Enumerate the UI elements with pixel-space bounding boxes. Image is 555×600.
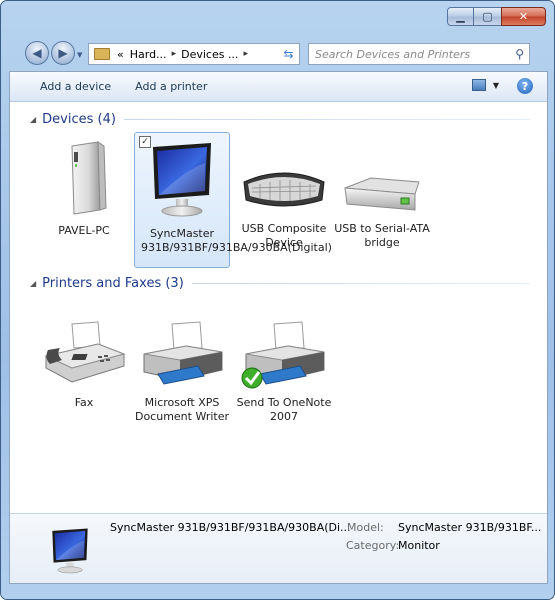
computer-tower-icon bbox=[71, 141, 107, 215]
breadcrumb-separator-icon[interactable]: ▸ bbox=[170, 49, 179, 59]
close-icon: ✕ bbox=[518, 10, 529, 23]
group-divider bbox=[123, 119, 530, 120]
minimize-icon: ▁ bbox=[456, 10, 465, 23]
monitor-icon bbox=[153, 143, 211, 217]
device-label: SyncMaster 931B/931BF/931BA/930BA(Digita… bbox=[141, 227, 332, 254]
command-bar: Add a device Add a printer ▼ ? bbox=[10, 72, 547, 102]
back-button[interactable]: ◀ bbox=[25, 41, 49, 65]
selection-checkbox[interactable]: ✓ bbox=[139, 136, 151, 148]
device-item-syncmaster[interactable]: ✓ SyncMaster 931B/931BF/931BA/930BA(Digi… bbox=[134, 132, 332, 268]
details-model-key: Model: bbox=[347, 521, 384, 534]
devices-group-title: Devices (4) bbox=[42, 112, 116, 127]
add-printer-button[interactable]: Add a printer bbox=[123, 80, 219, 93]
breadcrumb-separator-icon[interactable]: ▸ bbox=[241, 49, 250, 59]
keyboard-icon bbox=[243, 172, 325, 207]
device-item-usb-composite[interactable]: USB Composite Device bbox=[236, 158, 332, 250]
printer-label: Fax bbox=[74, 396, 94, 409]
hard-drive-icon bbox=[344, 177, 420, 211]
search-placeholder: Search Devices and Printers bbox=[315, 47, 471, 61]
printer-label: Send To OneNote 2007 bbox=[236, 396, 332, 423]
printer-item-onenote[interactable]: Send To OneNote 2007 bbox=[236, 314, 332, 424]
devices-group-header[interactable]: ◢ Devices (4) bbox=[30, 112, 530, 127]
recent-pages-chevron-icon[interactable]: ▼ bbox=[77, 51, 82, 59]
device-label: USB to Serial-ATA bridge bbox=[334, 222, 430, 249]
details-category-value: Monitor bbox=[398, 539, 440, 552]
content-pane: Add a device Add a printer ▼ ? ◢ Devices… bbox=[9, 71, 548, 584]
device-label: USB Composite Device bbox=[241, 222, 327, 249]
device-item-pavel-pc[interactable]: PAVEL-PC bbox=[36, 134, 132, 238]
printer-icon bbox=[143, 321, 223, 385]
minimize-button[interactable]: ▁ bbox=[447, 7, 474, 26]
address-bar[interactable]: « Hard... ▸ Devices ... ▸ ▼ bbox=[88, 43, 300, 65]
close-button[interactable]: ✕ bbox=[501, 7, 546, 26]
refresh-button[interactable]: ⇆ bbox=[278, 43, 300, 65]
monitor-icon bbox=[52, 528, 88, 574]
details-model-value: SyncMaster 931B/931BF... bbox=[398, 521, 542, 534]
collapse-triangle-icon[interactable]: ◢ bbox=[30, 115, 36, 124]
devices-folder-icon bbox=[94, 48, 110, 60]
back-arrow-icon: ◀ bbox=[32, 46, 42, 60]
printer-label: Microsoft XPS Document Writer bbox=[134, 396, 230, 423]
breadcrumb-hardware[interactable]: Hard... bbox=[127, 48, 170, 61]
collapse-triangle-icon[interactable]: ◢ bbox=[30, 279, 36, 288]
search-icon[interactable]: ⚲ bbox=[515, 47, 524, 61]
maximize-button[interactable]: ▢ bbox=[474, 7, 501, 26]
view-icon bbox=[471, 79, 486, 91]
change-view-button[interactable]: ▼ bbox=[471, 79, 499, 91]
view-dropdown-icon: ▼ bbox=[492, 80, 499, 90]
printer-item-fax[interactable]: Fax bbox=[36, 314, 132, 410]
device-label: PAVEL-PC bbox=[58, 224, 110, 237]
forward-button[interactable]: ▶ bbox=[51, 41, 75, 65]
breadcrumb-devices[interactable]: Devices ... bbox=[178, 48, 241, 61]
fax-icon bbox=[44, 321, 126, 383]
details-device-name: SyncMaster 931B/931BF/931BA/930BA(Di... bbox=[110, 521, 351, 534]
add-device-button[interactable]: Add a device bbox=[10, 80, 123, 93]
details-pane: SyncMaster 931B/931BF/931BA/930BA(Di... … bbox=[10, 513, 547, 583]
caption-buttons: ▁ ▢ ✕ bbox=[447, 7, 546, 26]
forward-arrow-icon: ▶ bbox=[58, 46, 68, 60]
navigation-bar: ◀ ▶ ▼ « Hard... ▸ Devices ... ▸ ▼ ⇆ Sear… bbox=[1, 35, 554, 71]
default-printer-check-icon bbox=[241, 367, 263, 389]
printers-group-title: Printers and Faxes (3) bbox=[42, 276, 184, 291]
device-item-usb-sata-bridge[interactable]: USB to Serial-ATA bridge bbox=[334, 168, 430, 250]
group-divider bbox=[191, 283, 530, 284]
printers-group-header[interactable]: ◢ Printers and Faxes (3) bbox=[30, 276, 530, 291]
printer-item-xps[interactable]: Microsoft XPS Document Writer bbox=[134, 314, 230, 424]
breadcrumb-overflow[interactable]: « bbox=[114, 48, 127, 61]
search-box[interactable]: Search Devices and Printers ⚲ bbox=[308, 43, 530, 65]
maximize-icon: ▢ bbox=[482, 10, 493, 23]
explorer-window: ▁ ▢ ✕ ◀ ▶ ▼ « Hard... ▸ Devices ... ▸ ▼ … bbox=[0, 0, 555, 600]
details-category-key: Category: bbox=[346, 539, 400, 552]
printer-icon bbox=[241, 321, 325, 389]
help-icon[interactable]: ? bbox=[517, 78, 533, 94]
refresh-icon: ⇆ bbox=[283, 47, 294, 61]
